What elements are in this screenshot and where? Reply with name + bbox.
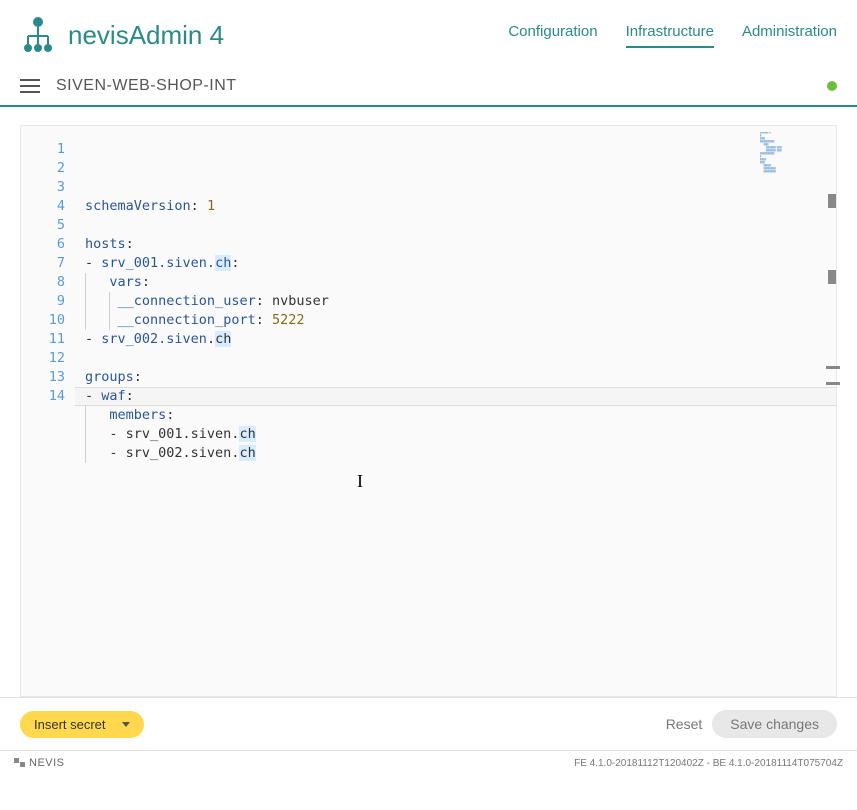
scroll-marker[interactable] [826, 382, 840, 385]
line-number: 9 [21, 292, 65, 311]
save-button[interactable]: Save changes [712, 710, 837, 738]
line-number: 1 [21, 140, 65, 159]
insert-secret-button[interactable]: Insert secret [20, 711, 144, 738]
nav-configuration[interactable]: Configuration [508, 23, 597, 48]
insert-secret-label: Insert secret [34, 717, 106, 732]
app-header: nevisAdmin 4 Configuration Infrastructur… [0, 0, 857, 67]
reset-button[interactable]: Reset [666, 716, 703, 732]
line-number: 14 [21, 387, 65, 406]
status-indicator [827, 81, 837, 91]
line-number: 8 [21, 273, 65, 292]
line-number: 3 [21, 178, 65, 197]
vendor-name: NEVIS [29, 757, 65, 769]
line-number: 10 [21, 311, 65, 330]
line-number: 12 [21, 349, 65, 368]
editor-toolbar: Insert secret Reset Save changes [0, 697, 857, 750]
scroll-marker[interactable] [828, 270, 836, 284]
app-footer: NEVIS FE 4.1.0-20181112T120402Z - BE 4.1… [0, 750, 857, 775]
code-area[interactable]: schemaVersion: 1 hosts: - srv_001.siven.… [75, 126, 836, 696]
scroll-marker[interactable] [828, 194, 836, 208]
scroll-marker[interactable] [826, 366, 840, 369]
line-number: 6 [21, 235, 65, 254]
code-editor[interactable]: 1 2 3 4 5 6 7 8 9 10 11 12 13 14 schemaV… [20, 125, 837, 697]
nav-administration[interactable]: Administration [742, 23, 837, 48]
brand-logo: nevisAdmin 4 [20, 14, 224, 56]
main-nav: Configuration Infrastructure Administrat… [508, 23, 837, 48]
line-number: 5 [21, 216, 65, 235]
nav-infrastructure[interactable]: Infrastructure [626, 23, 714, 48]
code-content: schemaVersion: 1 hosts: - srv_001.siven.… [85, 197, 826, 463]
text-cursor-icon: I [357, 472, 363, 491]
minimap[interactable]: ███████ █ █ ████ ████████████ ████ █████… [760, 132, 830, 192]
brand-icon [20, 14, 56, 56]
line-number: 11 [21, 330, 65, 349]
project-title: SIVEN-WEB-SHOP-INT [56, 77, 237, 95]
project-bar: SIVEN-WEB-SHOP-INT [0, 67, 857, 107]
brand-title: nevisAdmin 4 [68, 20, 224, 51]
line-number: 7 [21, 254, 65, 273]
line-number: 13 [21, 368, 65, 387]
vendor-logo: NEVIS [14, 757, 65, 769]
line-number: 4 [21, 197, 65, 216]
version-text: FE 4.1.0-20181112T120402Z - BE 4.1.0-201… [574, 758, 843, 769]
menu-icon[interactable] [20, 79, 40, 93]
line-number: 2 [21, 159, 65, 178]
chevron-down-icon [122, 722, 130, 727]
editor-container: 1 2 3 4 5 6 7 8 9 10 11 12 13 14 schemaV… [0, 107, 857, 697]
line-gutter: 1 2 3 4 5 6 7 8 9 10 11 12 13 14 [21, 126, 75, 696]
